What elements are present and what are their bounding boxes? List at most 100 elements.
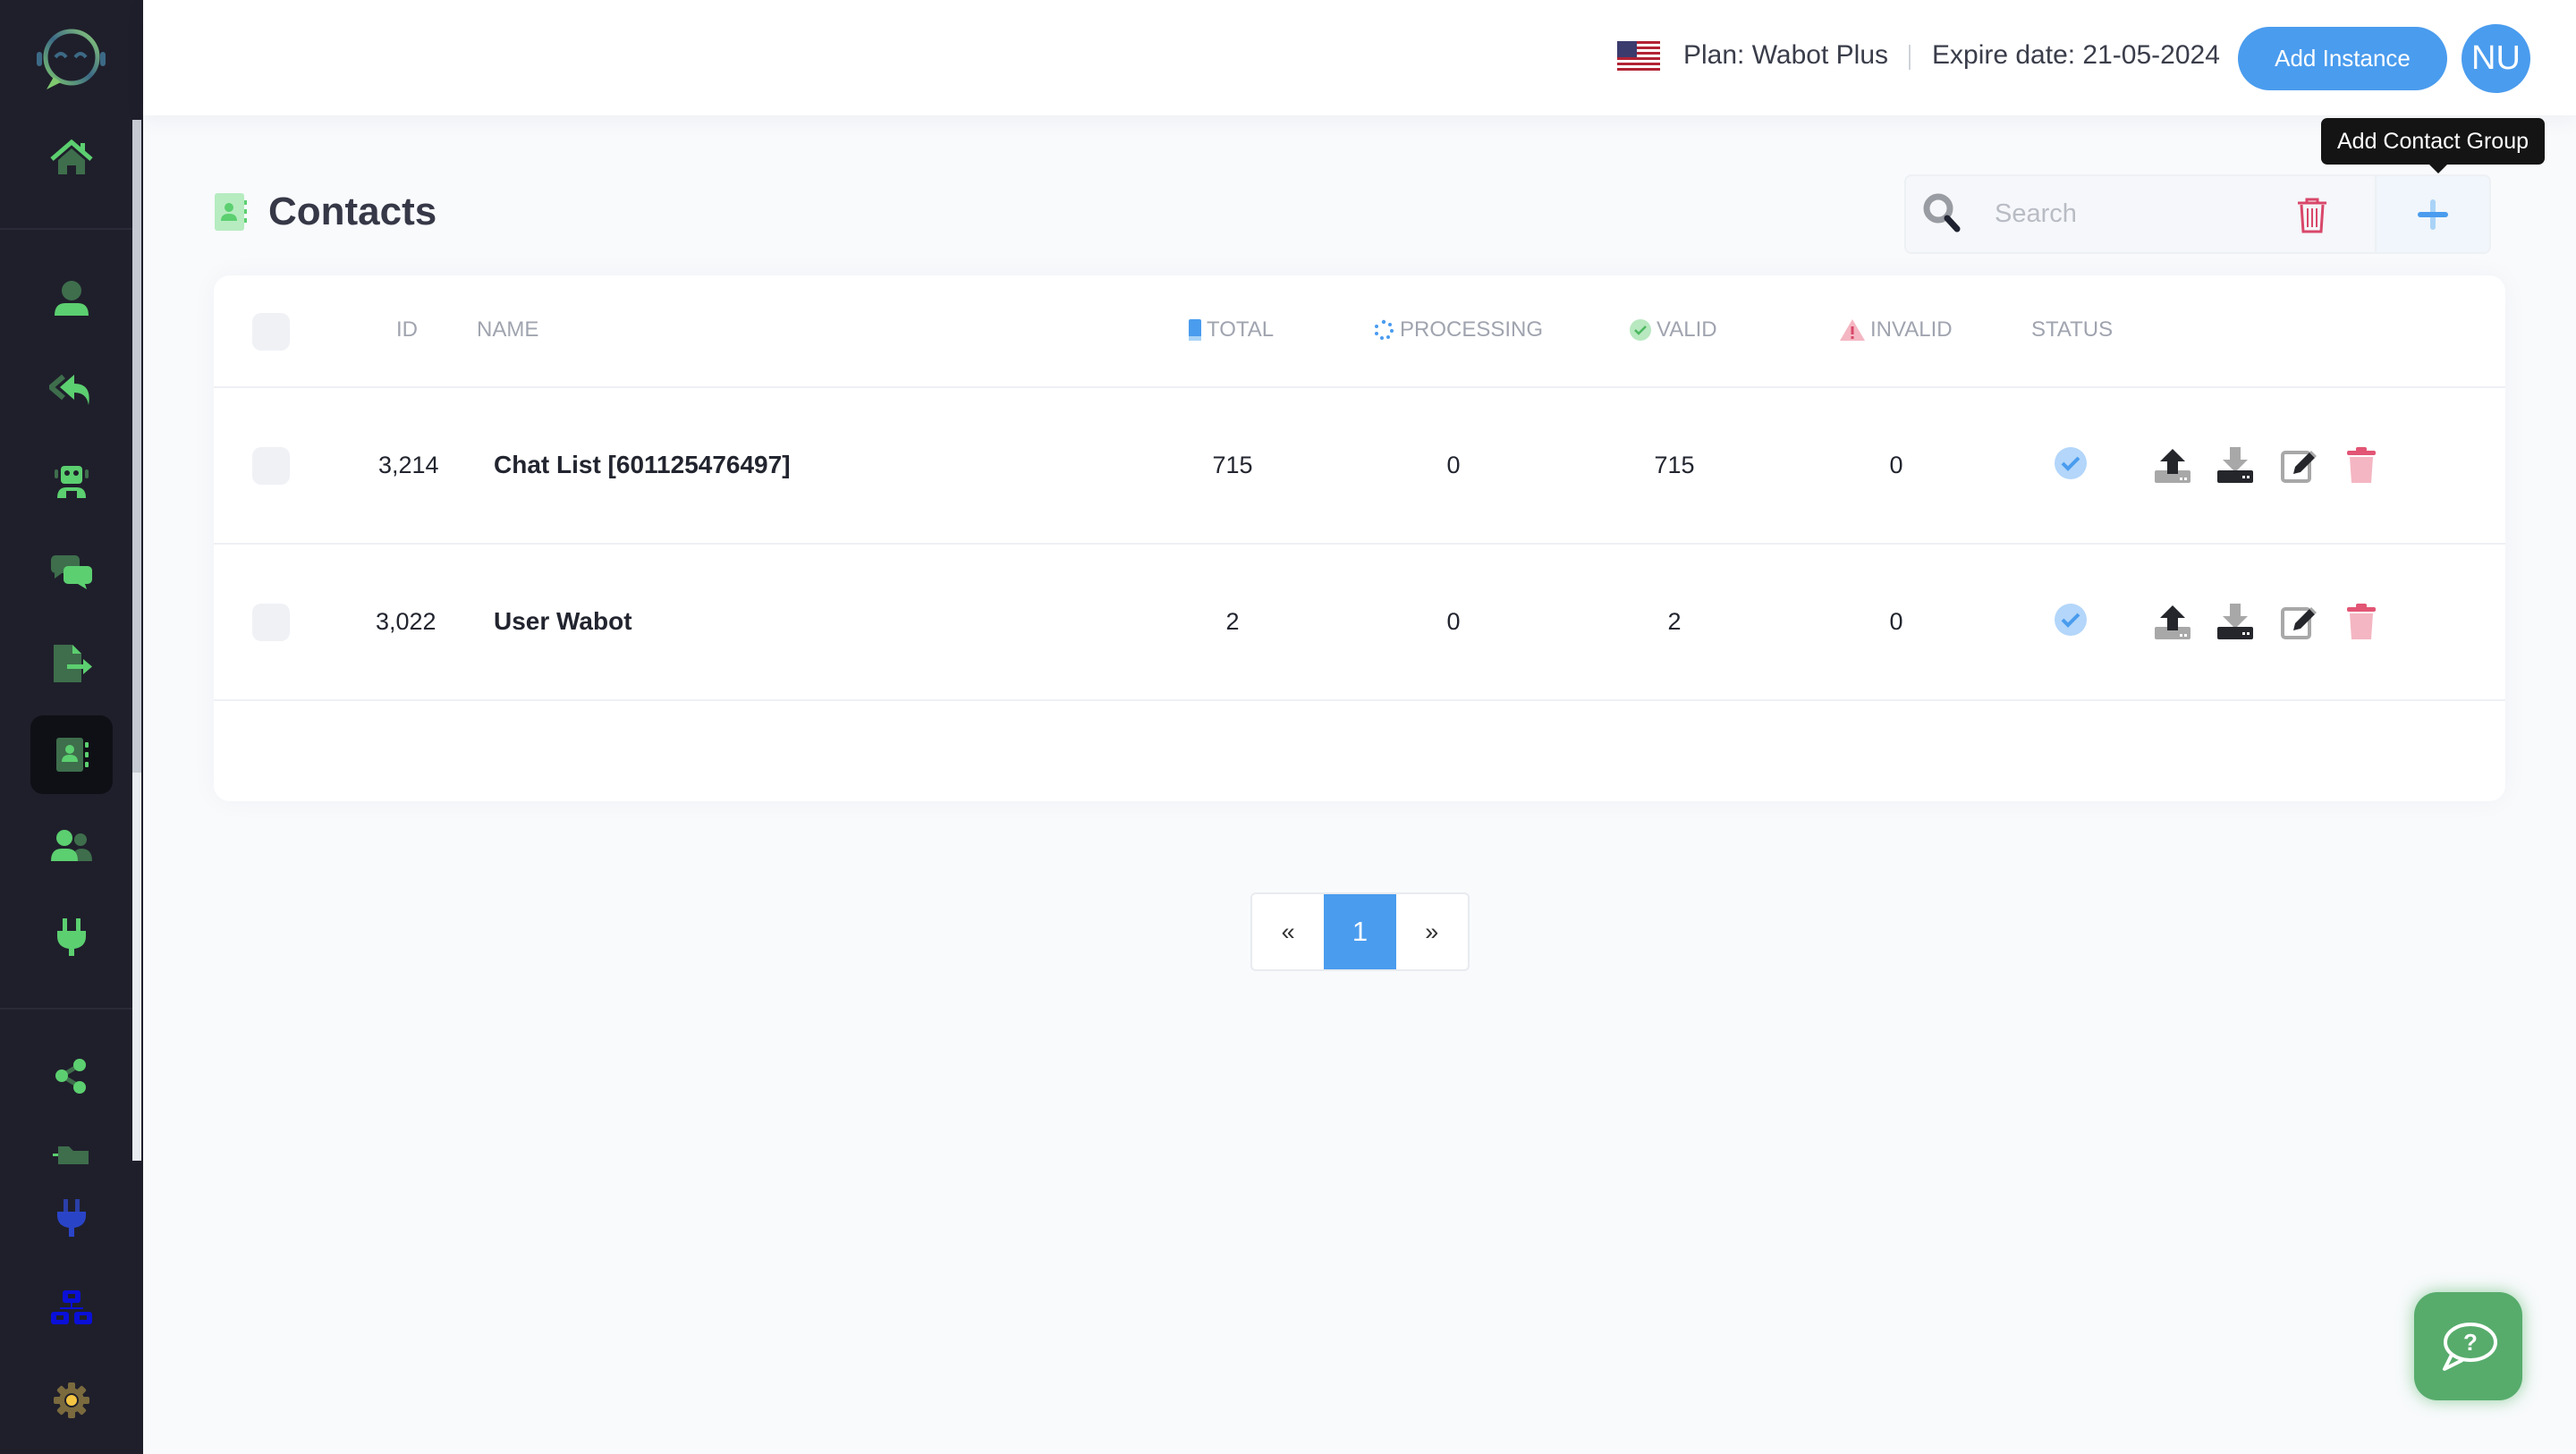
row-checkbox[interactable] bbox=[252, 447, 290, 485]
svg-text:?: ? bbox=[2463, 1329, 2478, 1356]
check-circle-icon bbox=[1630, 319, 1651, 341]
sidebar-divider bbox=[0, 228, 132, 230]
folder-icon bbox=[53, 1146, 89, 1164]
table-header: ID NAME TOTAL PROCESSING VALID INVALID S… bbox=[214, 275, 2505, 388]
row-total: 715 bbox=[1212, 452, 1253, 478]
reply-all-icon bbox=[49, 374, 89, 405]
pagination: « 1 » bbox=[1250, 892, 1470, 971]
add-contact-group-button[interactable] bbox=[2375, 174, 2491, 254]
help-chat-icon: ? bbox=[2442, 1322, 2497, 1371]
robot-icon bbox=[55, 466, 89, 498]
edit-icon[interactable] bbox=[2281, 447, 2317, 483]
contact-groups-table: ID NAME TOTAL PROCESSING VALID INVALID S… bbox=[214, 275, 2505, 801]
edit-icon[interactable] bbox=[2281, 604, 2317, 639]
wabot-logo-icon[interactable] bbox=[34, 27, 107, 91]
table-row: 3,022 User Wabot 2 0 2 0 bbox=[214, 545, 2505, 701]
column-header-id: ID bbox=[396, 317, 418, 342]
sidebar-item-integrations[interactable] bbox=[30, 898, 113, 976]
pagination-prev[interactable]: « bbox=[1252, 894, 1324, 969]
address-book-icon bbox=[56, 738, 89, 772]
status-check-icon bbox=[2055, 604, 2087, 636]
mobile-icon bbox=[1189, 319, 1201, 341]
sitemap-icon bbox=[51, 1290, 92, 1324]
row-processing: 0 bbox=[1446, 608, 1461, 635]
address-book-icon bbox=[215, 193, 247, 231]
sidebar-item-network[interactable] bbox=[30, 1270, 113, 1348]
upload-icon[interactable] bbox=[2155, 447, 2190, 483]
us-flag-icon[interactable] bbox=[1617, 41, 1660, 73]
column-header-total: TOTAL bbox=[1189, 317, 1274, 342]
avatar[interactable]: NU bbox=[2462, 24, 2530, 93]
add-instance-button[interactable]: Add Instance bbox=[2238, 27, 2447, 90]
row-name[interactable]: User Wabot bbox=[494, 607, 632, 636]
column-label: NAME bbox=[477, 317, 539, 342]
file-export-icon bbox=[54, 645, 92, 682]
column-header-invalid: INVALID bbox=[1840, 317, 1953, 342]
sidebar-item-export[interactable] bbox=[30, 624, 113, 703]
sidebar-divider bbox=[0, 1008, 132, 1010]
sidebar-item-auto-reply[interactable] bbox=[30, 351, 113, 429]
sidebar-item-chatbot[interactable] bbox=[30, 442, 113, 520]
select-all-checkbox[interactable] bbox=[252, 313, 290, 351]
pagination-page[interactable]: 1 bbox=[1324, 894, 1396, 969]
row-id: 3,022 bbox=[376, 608, 436, 635]
delete-icon[interactable] bbox=[2343, 447, 2379, 483]
row-processing: 0 bbox=[1446, 452, 1461, 478]
header-separator bbox=[1909, 45, 1911, 70]
upload-icon[interactable] bbox=[2155, 604, 2190, 639]
row-invalid: 0 bbox=[1889, 452, 1903, 478]
row-name[interactable]: Chat List [601125476497] bbox=[494, 451, 791, 479]
clear-search-trash-icon[interactable] bbox=[2295, 196, 2329, 233]
sidebar-item-chats[interactable] bbox=[30, 533, 113, 612]
page-title: Contacts bbox=[268, 190, 437, 233]
plug-blue-icon bbox=[57, 1199, 86, 1237]
row-checkbox[interactable] bbox=[252, 604, 290, 641]
search-input[interactable] bbox=[1995, 190, 2272, 238]
column-label: PROCESSING bbox=[1400, 317, 1544, 342]
sidebar-scrollbar-thumb[interactable] bbox=[132, 120, 141, 773]
download-icon[interactable] bbox=[2217, 447, 2253, 483]
table-row: 3,214 Chat List [601125476497] 715 0 715… bbox=[214, 388, 2505, 545]
row-total: 2 bbox=[1225, 608, 1240, 635]
sidebar-item-plugin[interactable] bbox=[30, 1179, 113, 1257]
home-icon bbox=[50, 139, 93, 174]
column-label: TOTAL bbox=[1207, 317, 1275, 342]
download-icon[interactable] bbox=[2217, 604, 2253, 639]
row-invalid: 0 bbox=[1889, 608, 1903, 635]
column-label: VALID bbox=[1657, 317, 1717, 342]
column-header-name: NAME bbox=[477, 317, 538, 342]
search-icon bbox=[1923, 193, 1961, 232]
pagination-next[interactable]: » bbox=[1396, 894, 1468, 969]
comments-icon bbox=[51, 555, 92, 589]
delete-icon[interactable] bbox=[2343, 604, 2379, 639]
expire-date-label: Expire date: 21-05-2024 bbox=[1932, 40, 2220, 70]
user-icon bbox=[55, 281, 89, 316]
share-nodes-icon bbox=[55, 1059, 86, 1094]
sidebar-item-home[interactable] bbox=[30, 118, 113, 197]
help-chat-button[interactable]: ? bbox=[2414, 1292, 2522, 1400]
status-check-icon bbox=[2055, 447, 2087, 479]
row-id: 3,214 bbox=[378, 452, 439, 478]
plug-icon bbox=[57, 918, 86, 956]
plan-label: Plan: Wabot Plus bbox=[1683, 40, 1888, 70]
sidebar bbox=[0, 0, 143, 1454]
column-label: STATUS bbox=[2031, 317, 2114, 342]
plus-icon bbox=[2418, 199, 2448, 230]
column-header-valid: VALID bbox=[1630, 317, 1717, 342]
column-label: INVALID bbox=[1870, 317, 1953, 342]
row-valid: 2 bbox=[1667, 608, 1682, 635]
column-header-status: STATUS bbox=[2031, 317, 2113, 342]
sidebar-item-settings[interactable] bbox=[30, 1361, 113, 1440]
user-group-icon bbox=[51, 830, 92, 861]
sidebar-item-profile[interactable] bbox=[30, 259, 113, 338]
column-header-processing: PROCESSING bbox=[1373, 317, 1543, 342]
sidebar-item-folder[interactable] bbox=[30, 1129, 113, 1164]
column-label: ID bbox=[396, 317, 418, 342]
sidebar-item-users[interactable] bbox=[30, 807, 113, 885]
warning-icon bbox=[1840, 319, 1865, 341]
sidebar-item-contacts[interactable] bbox=[30, 715, 113, 794]
sidebar-item-share[interactable] bbox=[30, 1037, 113, 1116]
row-valid: 715 bbox=[1654, 452, 1695, 478]
add-contact-group-tooltip: Add Contact Group bbox=[2321, 118, 2545, 173]
gear-icon bbox=[54, 1382, 89, 1418]
